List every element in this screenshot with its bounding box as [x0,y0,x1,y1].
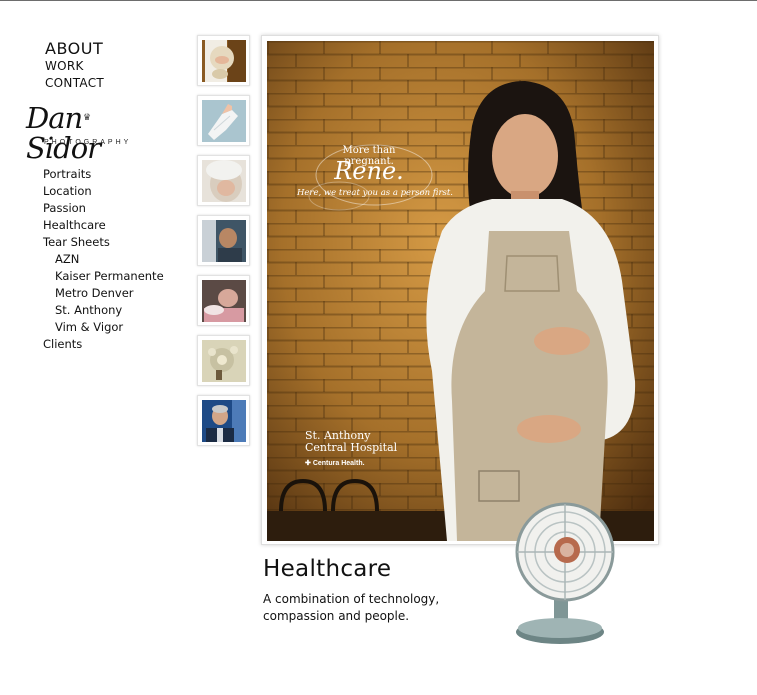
thumbnail-newborn[interactable] [197,275,250,326]
thumbnail-man-portrait[interactable] [197,395,250,446]
vintage-fan-image [510,492,620,652]
thumbnail-bandaged-hand[interactable] [197,95,250,146]
thumbnail-surgical-lamp[interactable] [197,335,250,386]
thumbnail-image [202,280,246,322]
nav-portraits[interactable]: Portraits [43,166,164,183]
main-photo-frame: More than pregnant. Rene. Here, we treat… [261,35,659,545]
logo-name: Dan Sidor [26,101,101,165]
nav-work-link[interactable]: WORK [45,58,104,75]
ad-tagline-secondary: Here, we treat you as a person first. [296,188,454,198]
cross-icon: ✚ [305,460,313,467]
top-divider [0,0,757,1]
ad-name: Rene. [334,157,404,185]
nav-tear-azn[interactable]: AZN [43,251,164,268]
nav-tear-vim-vigor[interactable]: Vim & Vigor [43,319,164,336]
nav-tear-st-anthony[interactable]: St. Anthony [43,302,164,319]
thumbnail-image [202,100,246,142]
ad-brand-text: Centura Health. [312,460,365,467]
description-line1: A combination of technology, [263,592,440,606]
thumbnail-image [202,340,246,382]
logo-subtitle: PHOTOGRAPHY [44,139,132,146]
nav-passion[interactable]: Passion [43,200,164,217]
thumbnail-elderly-woman[interactable] [197,155,250,206]
thumbnail-doctor-profile[interactable] [197,215,250,266]
section-description: A combination of technology, compassion … [263,591,463,625]
nav-contact-link[interactable]: CONTACT [45,75,104,92]
nav-location[interactable]: Location [43,183,164,200]
nav-tear-sheets[interactable]: Tear Sheets [43,234,164,251]
nav-healthcare[interactable]: Healthcare [43,217,164,234]
ad-hospital-name: St. Anthony Central Hospital [305,430,397,454]
top-nav: ABOUT WORK CONTACT [45,39,104,92]
description-line2: compassion and people. [263,609,410,623]
ad-hospital-line2: Central Hospital [305,441,398,454]
thumbnail-image [202,400,246,442]
nav-clients[interactable]: Clients [43,336,164,353]
nav-tear-kaiser[interactable]: Kaiser Permanente [43,268,164,285]
nav-tear-metro-denver[interactable]: Metro Denver [43,285,164,302]
site-logo[interactable]: Dan Sidor ♛ PHOTOGRAPHY [26,103,146,163]
thumbnail-image [202,160,246,202]
ad-brand: ✚ Centura Health. [305,459,365,467]
category-nav: Portraits Location Passion Healthcare Te… [43,166,164,353]
logo-crown-icon: ♛ [83,113,92,123]
nav-about-link[interactable]: ABOUT [45,39,104,58]
section-title: Healthcare [263,556,392,582]
thumbnail-image [202,40,246,82]
thumbnail-image [202,220,246,262]
featured-ad-photo: More than pregnant. Rene. Here, we treat… [267,41,654,541]
thumbnail-pregnant-belly[interactable] [197,35,250,86]
